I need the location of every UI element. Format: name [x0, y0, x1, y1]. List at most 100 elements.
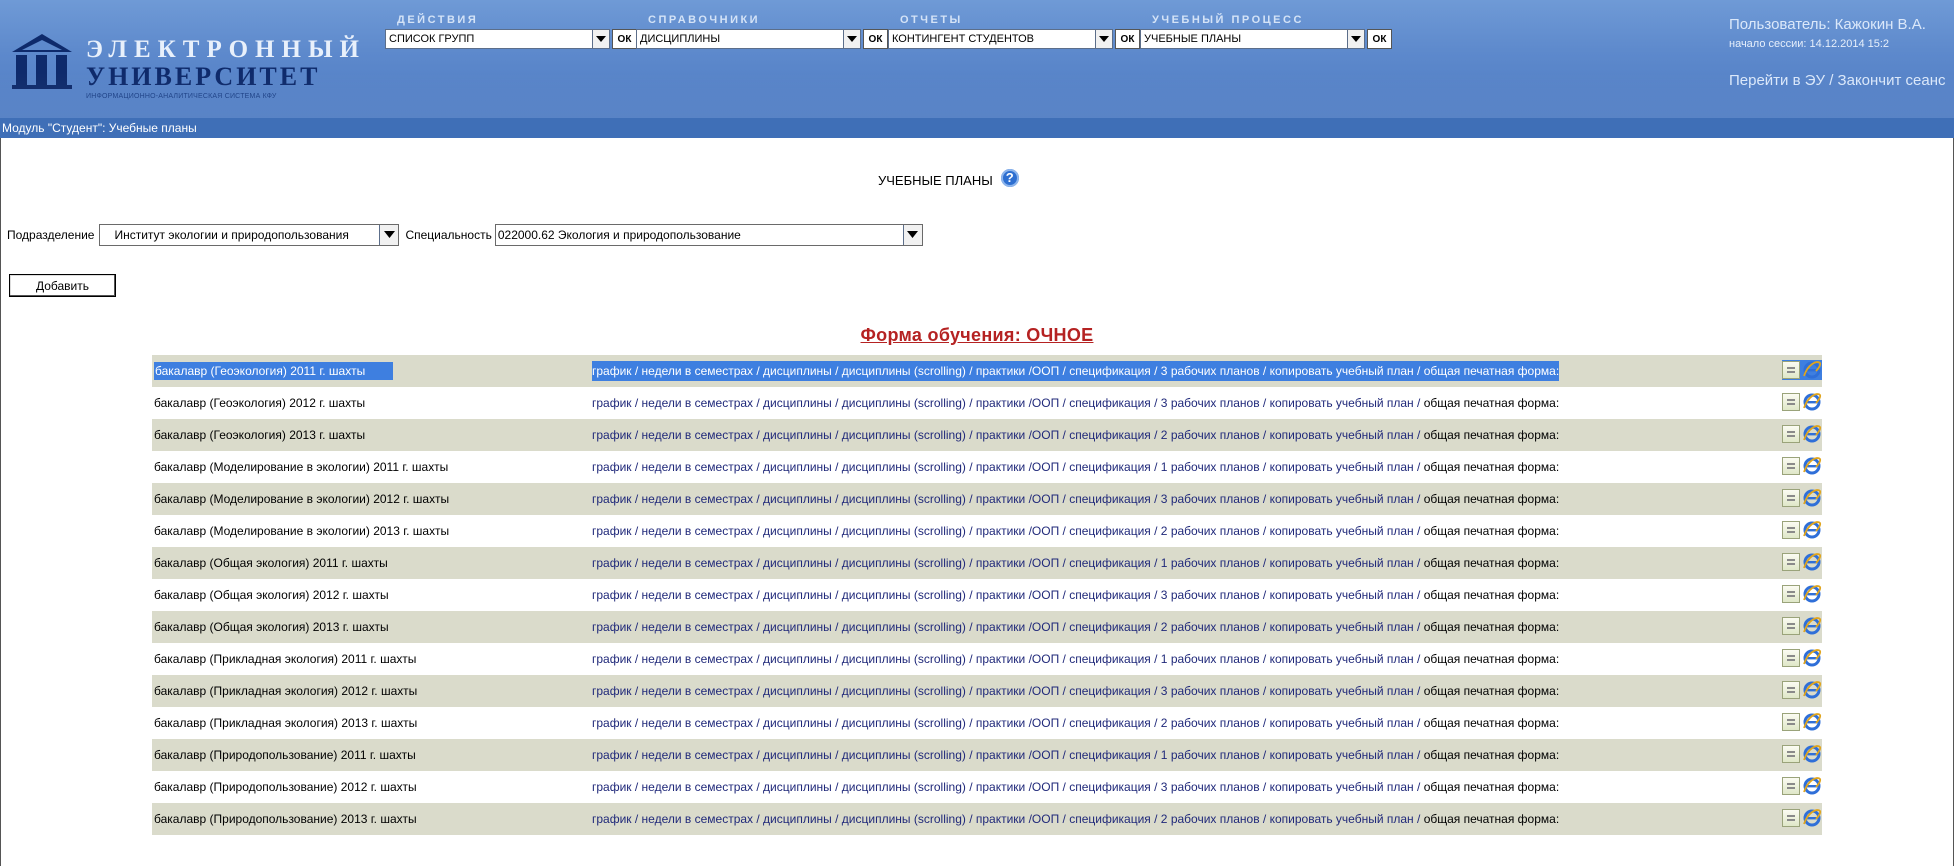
ie-icon[interactable]: [1802, 744, 1822, 764]
plan-name[interactable]: бакалавр (Прикладная экология) 2012 г. ш…: [152, 684, 562, 698]
ie-icon[interactable]: [1802, 616, 1822, 636]
plan-name-text: бакалавр (Моделирование в экологии) 2011…: [154, 460, 449, 474]
plan-name[interactable]: бакалавр (Природопользование) 2011 г. ша…: [152, 748, 562, 762]
plan-links[interactable]: график / недели в семестрах / дисциплины…: [592, 556, 1559, 570]
plan-links[interactable]: график / недели в семестрах / дисциплины…: [592, 780, 1559, 794]
document-icon[interactable]: [1782, 681, 1800, 699]
plan-links[interactable]: график / недели в семестрах / дисциплины…: [592, 620, 1559, 634]
plan-name[interactable]: бакалавр (Общая экология) 2011 г. шахты: [152, 556, 562, 570]
document-icon[interactable]: [1782, 457, 1800, 475]
ie-icon[interactable]: [1802, 648, 1822, 668]
plan-name[interactable]: бакалавр (Моделирование в экологии) 2012…: [152, 492, 562, 506]
plan-links[interactable]: график / недели в семестрах / дисциплины…: [592, 361, 1560, 381]
university-logo[interactable]: ЭЛЕКТРОННЫЙ УНИВЕРСИТЕТ ИНФОРМАЦИОННО-АН…: [6, 22, 386, 100]
plan-links-text[interactable]: график / недели в семестрах / дисциплины…: [592, 396, 1424, 410]
menu-reports-select[interactable]: КОНТИНГЕНТ СТУДЕНТОВ: [888, 29, 1113, 49]
plan-links[interactable]: график / недели в семестрах / дисциплины…: [592, 812, 1559, 826]
menu-reports-ok-button[interactable]: ОК: [1115, 29, 1140, 49]
document-icon[interactable]: [1782, 521, 1800, 539]
specialty-select[interactable]: 022000.62 Экология и природопользование: [494, 224, 923, 246]
plan-links[interactable]: график / недели в семестрах / дисциплины…: [592, 748, 1559, 762]
plan-links[interactable]: график / недели в семестрах / дисциплины…: [592, 492, 1559, 506]
plan-links[interactable]: график / недели в семестрах / дисциплины…: [592, 396, 1559, 410]
document-icon[interactable]: [1782, 809, 1800, 827]
plan-links-text[interactable]: график / недели в семестрах / дисциплины…: [592, 684, 1424, 698]
chevron-down-icon[interactable]: [1347, 30, 1364, 48]
ie-icon[interactable]: [1802, 552, 1822, 572]
print-form-label: общая печатная форма:: [1423, 492, 1560, 506]
document-icon[interactable]: [1782, 361, 1800, 379]
menu-actions-title: ДЕЙСТВИЯ: [397, 14, 479, 26]
chevron-down-icon[interactable]: [1095, 30, 1112, 48]
add-button[interactable]: Добавить: [9, 274, 116, 297]
ie-icon[interactable]: [1802, 680, 1822, 700]
menu-edu-process-select[interactable]: УЧЕБНЫЕ ПЛАНЫ: [1140, 29, 1365, 49]
plan-name[interactable]: бакалавр (Прикладная экология) 2011 г. ш…: [152, 652, 562, 666]
menu-references-ok-button[interactable]: ОК: [863, 29, 888, 49]
plan-name[interactable]: бакалавр (Природопользование) 2012 г. ша…: [152, 780, 562, 794]
document-icon[interactable]: [1782, 617, 1800, 635]
plan-links-text[interactable]: график / недели в семестрах / дисциплины…: [592, 812, 1424, 826]
document-icon[interactable]: [1782, 649, 1800, 667]
ie-icon[interactable]: [1802, 584, 1822, 604]
plan-links-text[interactable]: график / недели в семестрах / дисциплины…: [592, 428, 1424, 442]
division-select[interactable]: Институт экологии и природопользования: [99, 224, 400, 246]
plan-links[interactable]: график / недели в семестрах / дисциплины…: [592, 428, 1559, 442]
ie-icon[interactable]: [1802, 360, 1822, 380]
ie-icon[interactable]: [1802, 776, 1822, 796]
plan-links[interactable]: график / недели в семестрах / дисциплины…: [592, 460, 1559, 474]
ie-icon[interactable]: [1802, 712, 1822, 732]
plan-name[interactable]: бакалавр (Природопользование) 2013 г. ша…: [152, 812, 562, 826]
plan-links[interactable]: график / недели в семестрах / дисциплины…: [592, 716, 1559, 730]
menu-edu-process-ok-button[interactable]: ОК: [1367, 29, 1392, 49]
plan-links-text[interactable]: график / недели в семестрах / дисциплины…: [592, 492, 1424, 506]
document-icon[interactable]: [1782, 489, 1800, 507]
table-row: бакалавр (Моделирование в экологии) 2013…: [152, 515, 1822, 547]
ie-icon[interactable]: [1802, 808, 1822, 828]
plan-name[interactable]: бакалавр (Общая экология) 2013 г. шахты: [152, 620, 562, 634]
menu-actions-select[interactable]: СПИСОК ГРУПП: [385, 29, 610, 49]
ie-icon[interactable]: [1802, 424, 1822, 444]
plan-links-text[interactable]: график / недели в семестрах / дисциплины…: [592, 460, 1424, 474]
plan-name[interactable]: бакалавр (Общая экология) 2012 г. шахты: [152, 588, 562, 602]
plan-name[interactable]: бакалавр (Моделирование в экологии) 2011…: [152, 460, 562, 474]
plan-links-text[interactable]: график / недели в семестрах / дисциплины…: [592, 652, 1424, 666]
document-icon[interactable]: [1782, 553, 1800, 571]
plan-name[interactable]: бакалавр (Геоэкология) 2012 г. шахты: [152, 396, 562, 410]
help-icon[interactable]: ?: [1000, 168, 1019, 187]
menu-actions-ok-button[interactable]: ОК: [612, 29, 637, 49]
plan-links-text[interactable]: график / недели в семестрах / дисциплины…: [592, 748, 1424, 762]
plan-name[interactable]: бакалавр (Моделирование в экологии) 2013…: [152, 524, 562, 538]
plan-links[interactable]: график / недели в семестрах / дисциплины…: [592, 524, 1559, 538]
document-icon[interactable]: [1782, 393, 1800, 411]
ie-icon[interactable]: [1802, 520, 1822, 540]
session-links[interactable]: Перейти в ЭУ / Закончит сеанс: [1729, 71, 1954, 90]
table-row: бакалавр (Общая экология) 2013 г. шахты г…: [152, 611, 1822, 643]
document-icon[interactable]: [1782, 777, 1800, 795]
chevron-down-icon[interactable]: [902, 225, 922, 245]
ie-icon[interactable]: [1802, 488, 1822, 508]
menu-references-select[interactable]: ДИСЦИПЛИНЫ: [636, 29, 861, 49]
plan-name[interactable]: бакалавр (Геоэкология) 2013 г. шахты: [152, 428, 562, 442]
document-icon[interactable]: [1782, 713, 1800, 731]
chevron-down-icon[interactable]: [592, 30, 609, 48]
plan-name[interactable]: бакалавр (Прикладная экология) 2013 г. ш…: [152, 716, 562, 730]
plan-links[interactable]: график / недели в семестрах / дисциплины…: [592, 684, 1559, 698]
plan-links-text[interactable]: график / недели в семестрах / дисциплины…: [592, 588, 1424, 602]
plan-links-text[interactable]: график / недели в семестрах / дисциплины…: [592, 364, 1424, 378]
plan-name[interactable]: бакалавр (Геоэкология) 2011 г. шахты: [152, 362, 562, 380]
plan-links-text[interactable]: график / недели в семестрах / дисциплины…: [592, 524, 1424, 538]
plan-links-text[interactable]: график / недели в семестрах / дисциплины…: [592, 716, 1424, 730]
chevron-down-icon[interactable]: [843, 30, 860, 48]
ie-icon[interactable]: [1802, 392, 1822, 412]
document-icon[interactable]: [1782, 425, 1800, 443]
plan-links-text[interactable]: график / недели в семестрах / дисциплины…: [592, 556, 1424, 570]
document-icon[interactable]: [1782, 585, 1800, 603]
document-icon[interactable]: [1782, 745, 1800, 763]
plan-links-text[interactable]: график / недели в семестрах / дисциплины…: [592, 780, 1424, 794]
plan-links-text[interactable]: график / недели в семестрах / дисциплины…: [592, 620, 1424, 634]
chevron-down-icon[interactable]: [379, 225, 399, 245]
plan-links[interactable]: график / недели в семестрах / дисциплины…: [592, 588, 1559, 602]
ie-icon[interactable]: [1802, 456, 1822, 476]
plan-links[interactable]: график / недели в семестрах / дисциплины…: [592, 652, 1559, 666]
